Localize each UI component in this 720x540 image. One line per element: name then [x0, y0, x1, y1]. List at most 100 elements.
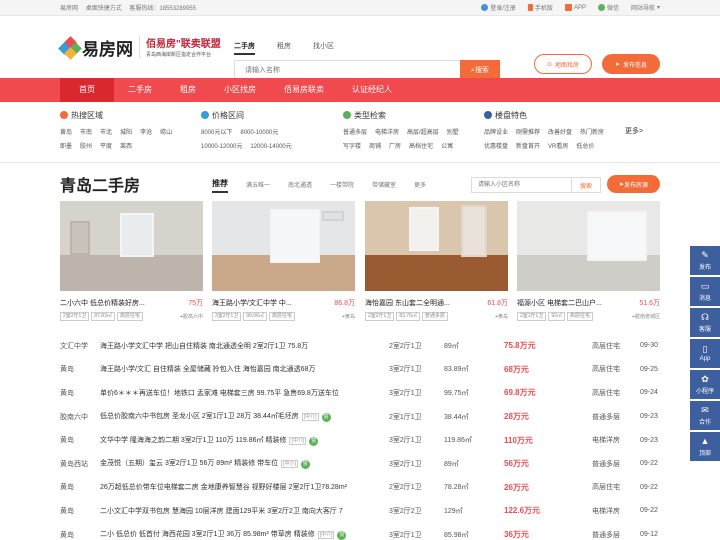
table-row[interactable]: 黄岛 文华中学 隆海海之韵二期 3室2厅1卫 110万 119.86㎡ 精装修 [中…	[60, 428, 660, 452]
sidebar-publish-button[interactable]: ✎ 发布	[690, 246, 720, 275]
nav-alliance[interactable]: 佰易房联卖	[270, 78, 338, 102]
tab-yard[interactable]: 一楼带院	[330, 180, 354, 193]
tab-storage[interactable]: 带储藏室	[372, 180, 396, 193]
site-link[interactable]: 易房网	[60, 6, 78, 12]
table-row[interactable]: 黄岛 单价6＊＊＊再送车位！地铁口 孟家滩 电梯套三房 99.75平 急售69.8…	[60, 381, 660, 405]
sidebar-app-button[interactable]: ▯ App	[690, 339, 720, 368]
row-size: 89㎡	[444, 342, 459, 350]
nav-agents[interactable]: 认证经纪人	[338, 78, 406, 102]
filter-option[interactable]: 平度	[100, 141, 112, 150]
filter-option[interactable]: 莱西	[120, 141, 132, 150]
filter-option[interactable]: 别墅	[447, 127, 459, 136]
floating-sidebar: ✎ 发布 ▭ 消息 ☊ 客服 ▯ App ✿ 小程序 ✉ 合作 ▲ 顶部	[690, 246, 720, 463]
row-title-link[interactable]: 文华中学 隆海海之韵二期 3室2厅1卫 110万 119.86㎡ 精装修 [中介]…	[100, 435, 400, 446]
filter-option[interactable]: 12000-14000元	[250, 141, 291, 150]
table-row[interactable]: 黄岛 海王路小学/文汇 自住精装 全屋储藏 拎包入住 海怡嘉园 南北通透68万 3室…	[60, 358, 660, 382]
filter-option[interactable]: 市北	[100, 127, 112, 136]
row-title-link[interactable]: 海王路小学/文汇 自住精装 全屋储藏 拎包入住 海怡嘉园 南北通透68万	[100, 364, 400, 374]
publish-listing-button[interactable]: ➤ 发布房源	[607, 175, 660, 193]
filter-option[interactable]: 公寓	[441, 141, 453, 150]
filter-option[interactable]: 商铺	[369, 141, 381, 150]
search-input[interactable]	[234, 60, 460, 80]
table-row[interactable]: 黄岛 二小 低总价 低首付 海西花园 3室2厅1卫 36万 85.98m² 带草房…	[60, 523, 660, 540]
filter-option[interactable]: 高档住宅	[409, 141, 433, 150]
filter-option[interactable]: 崂山	[160, 127, 172, 136]
site-nav-link[interactable]: 网站导航 ▾	[631, 3, 660, 12]
sidebar-cooperate-button[interactable]: ✉ 合作	[690, 401, 720, 430]
filter-option[interactable]: 市南	[80, 127, 92, 136]
row-title-link[interactable]: 单价6＊＊＊再送车位！地铁口 孟家滩 电梯套三房 99.75平 急售69.8万送…	[100, 388, 400, 398]
listing-card[interactable]: 福源小区 电梯套二巴山户... 51.6万 2室1厅1卫 92㎡ 高层住宅 ⌖胶南老城区	[517, 201, 660, 327]
filter-option[interactable]: 10000-12000元	[201, 141, 242, 150]
filter-areas: 热搜区域 黄岛 市南 市北 城阳 李沧 崂山 即墨 胶州 平度 莱西	[60, 108, 180, 150]
table-row[interactable]: 黄岛 二小文汇中学双书包房 慧海园 10层洋房 建面129平米 3室2厅2卫 南向…	[60, 499, 660, 523]
filter-option[interactable]: 厂房	[389, 141, 401, 150]
filter-option[interactable]: 写字楼	[343, 141, 361, 150]
card-price: 61.8万	[487, 300, 508, 307]
like-badge: 赞	[309, 436, 319, 446]
filter-option[interactable]: 改善好盘	[548, 127, 572, 136]
nav-community[interactable]: 小区找房	[210, 78, 270, 102]
search-tab-rent[interactable]: 租房	[277, 41, 291, 55]
search-tab-ershoufang[interactable]: 二手房	[234, 41, 255, 55]
tab-manwu[interactable]: 满五唯一	[246, 180, 270, 193]
filter-option[interactable]: 优惠楼盘	[484, 141, 508, 150]
search-tab-community[interactable]: 找小区	[313, 41, 334, 55]
nav-home[interactable]: 首页	[60, 78, 114, 102]
filter-option[interactable]: 新盘首开	[516, 141, 540, 150]
filter-option[interactable]: 品牌设业	[484, 127, 508, 136]
tab-more[interactable]: 更多	[414, 180, 426, 193]
table-row[interactable]: 黄岛西站 金茂悦（五期）玺云 3室2厅1卫 56万 89m² 精装修 带车位 [中介…	[60, 452, 660, 476]
sidebar-service-button[interactable]: ☊ 客服	[690, 308, 720, 337]
listing-card[interactable]: 海王路小学/文汇中学 中... 86.8万 3室2厅1卫 99.06㎡ 高层住宅 ⌖黄岛	[212, 201, 355, 327]
mobile-icon	[527, 4, 533, 11]
filter-more-link[interactable]: 更多>	[625, 126, 643, 136]
mobile-link[interactable]: 手机版	[527, 3, 553, 12]
row-title-link[interactable]: 二小文汇中学双书包房 慧海园 10层洋房 建面129平米 3室2厅2卫 南向大客…	[100, 506, 400, 516]
listing-card[interactable]: 海怡嘉园 东山套二全明通... 61.8万 2室2厅1卫 83.76㎡ 普通多层 ⌖黄岛	[365, 201, 508, 327]
filter-option[interactable]: 热门新房	[580, 127, 604, 136]
filter-option[interactable]: 即墨	[60, 141, 72, 150]
publish-button[interactable]: ➤ 发布信息	[602, 54, 660, 74]
row-title-link[interactable]: 海王路小学文汇中学 把山自住精装 南北通透全明 2室2厅1卫 75.8万	[100, 341, 400, 351]
filter-option[interactable]: 刚需推荐	[516, 127, 540, 136]
community-search-button[interactable]: 搜索	[571, 177, 601, 193]
app-link[interactable]: APP	[564, 4, 586, 11]
nav-rent[interactable]: 租房	[166, 78, 210, 102]
table-row[interactable]: 文汇中学 海王路小学文汇中学 把山自住精装 南北通透全明 2室2厅1卫 75.8万…	[60, 334, 660, 358]
filter-option[interactable]: 高层/超高层	[407, 127, 439, 136]
wechat-link[interactable]: 微信	[597, 3, 619, 12]
search-button[interactable]: ⌕搜索	[460, 60, 500, 80]
nav-ershoufang[interactable]: 二手房	[114, 78, 166, 102]
filter-option[interactable]: 电梯洋房	[375, 127, 399, 136]
sidebar-message-button[interactable]: ▭ 消息	[690, 277, 720, 306]
filter-title: 热搜区域	[71, 110, 103, 120]
filter-option[interactable]: 低总价	[576, 141, 594, 150]
logo[interactable]: 易房网	[58, 35, 133, 60]
community-search-input[interactable]	[471, 177, 571, 193]
desktop-shortcut-link[interactable]: 桌面快捷方式	[86, 6, 122, 12]
row-area: 黄岛	[60, 531, 74, 539]
sidebar-miniprogram-button[interactable]: ✿ 小程序	[690, 370, 720, 399]
map-search-button[interactable]: ⊙ 地图找房	[534, 54, 592, 74]
row-title-link[interactable]: 26万超低总价带车位电梯套二房 金地康养智慧谷 视野好楼层 2室2厅1卫78.2…	[100, 482, 400, 492]
row-title-link[interactable]: 二小 低总价 低首付 海西花园 3室2厅1卫 36万 85.98m² 带草房 精…	[100, 529, 400, 540]
login-link[interactable]: 登录/注册	[481, 3, 516, 12]
filter-option[interactable]: 8000元以下	[201, 127, 232, 136]
filter-option[interactable]: 普通多层	[343, 127, 367, 136]
filter-option[interactable]: 胶州	[80, 141, 92, 150]
filter-option[interactable]: 李沧	[140, 127, 152, 136]
row-title-link[interactable]: 低总价胶南六中书包房 圣龙小区 2室1厅1卫 28万 38.44㎡毛坯房 [中介]…	[100, 411, 400, 423]
listing-card[interactable]: 二小六中 低总价精装好房... 75万 2室2厅1卫 87.83㎡ 高层住宅 ⌖胶高六中	[60, 201, 203, 327]
sidebar-top-button[interactable]: ▲ 顶部	[690, 432, 720, 461]
filter-option[interactable]: 黄岛	[60, 127, 72, 136]
filter-option[interactable]: 城阳	[120, 127, 132, 136]
filter-option[interactable]: VR看房	[548, 141, 568, 150]
filter-option[interactable]: 8000-10000元	[240, 127, 278, 136]
row-title-link[interactable]: 金茂悦（五期）玺云 3室2厅1卫 56万 89m² 精装修 带车位 [中介] 赞	[100, 458, 400, 470]
tab-nanbei[interactable]: 南北通透	[288, 180, 312, 193]
tab-recommend[interactable]: 推荐	[212, 178, 228, 193]
table-row[interactable]: 黄岛 26万超低总价带车位电梯套二房 金地康养智慧谷 视野好楼层 2室2厅1卫78…	[60, 476, 660, 500]
partner-banner: 佰易房"联卖联盟 青岛西海岸新区指定合作平台	[139, 35, 221, 58]
table-row[interactable]: 胶南六中 低总价胶南六中书包房 圣龙小区 2室1厅1卫 28万 38.44㎡毛坯房…	[60, 405, 660, 429]
